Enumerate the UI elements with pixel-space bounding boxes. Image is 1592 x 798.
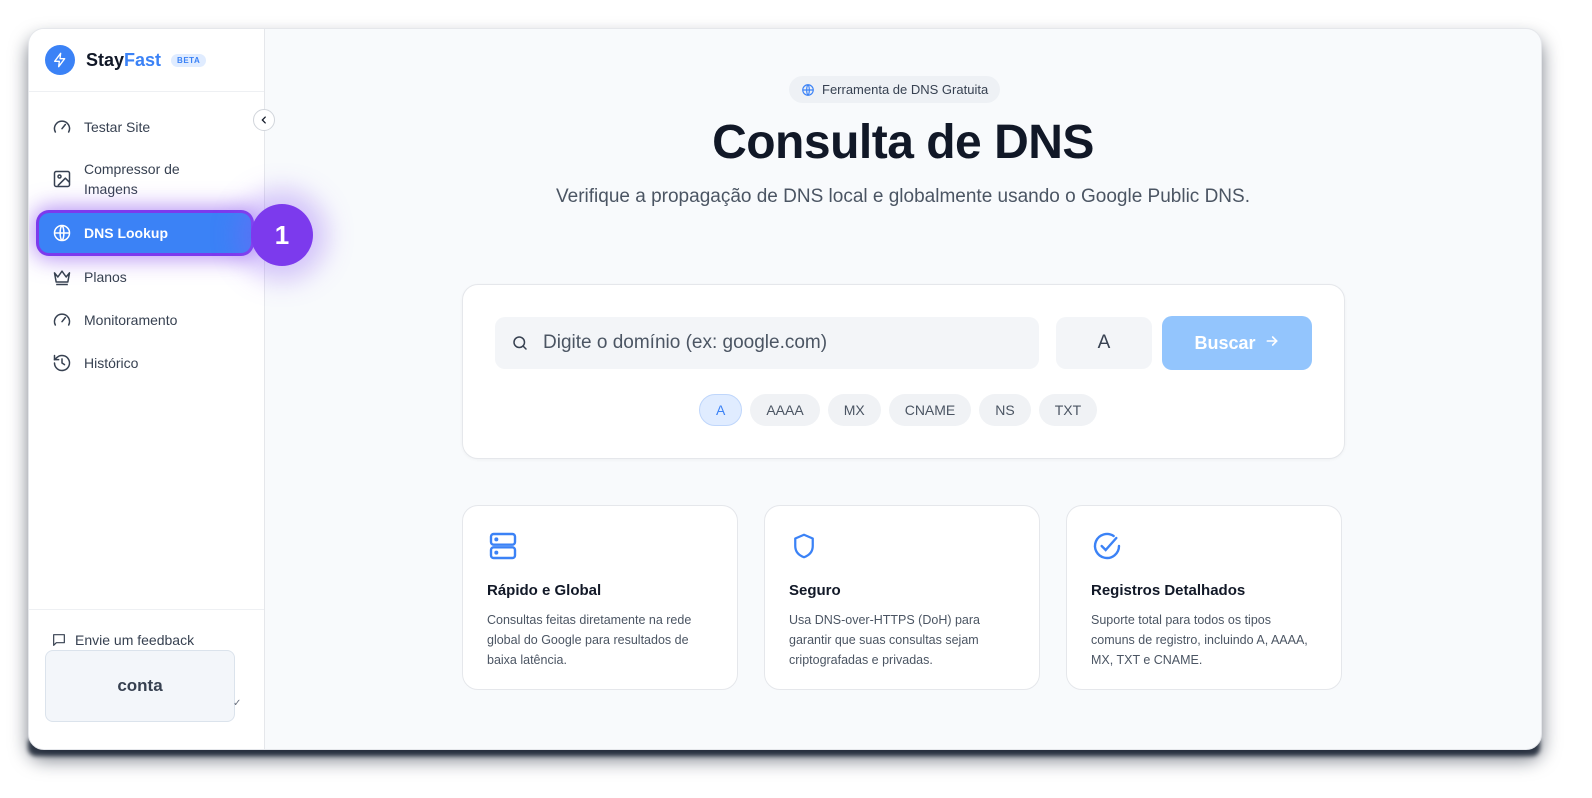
record-type-chips: A AAAA MX CNAME NS TXT xyxy=(699,394,1105,426)
brand[interactable]: StayFast BETA xyxy=(29,29,264,92)
record-type-value: A xyxy=(1097,332,1111,353)
gauge-icon xyxy=(53,120,71,133)
sidebar: StayFast BETA Testar Site Compressor de … xyxy=(29,29,265,749)
search-button-label: Buscar xyxy=(1194,332,1256,353)
brand-name-part2: Fast xyxy=(124,49,162,70)
chip-cname[interactable]: CNAME xyxy=(888,394,972,426)
tool-pill: Ferramenta de DNS Gratuita xyxy=(789,76,1001,103)
feature-title: Registros Detalhados xyxy=(1091,582,1246,599)
page-subtitle: Verifique a propagação de DNS local e gl… xyxy=(556,186,1250,207)
feature-title: Seguro xyxy=(789,582,841,599)
brand-name-part1: Stay xyxy=(86,49,125,70)
feature-desc: Usa DNS-over-HTTPS (DoH) para garantir q… xyxy=(789,613,981,667)
beta-badge: BETA xyxy=(171,53,207,67)
sidebar-item-label: Histórico xyxy=(84,355,139,371)
brand-name: StayFast xyxy=(86,50,161,71)
collapse-sidebar-button[interactable] xyxy=(253,109,275,131)
account-button[interactable]: conta xyxy=(45,650,235,722)
server-icon xyxy=(487,530,713,564)
arrow-right-icon xyxy=(1264,333,1280,354)
globe-icon xyxy=(802,83,814,96)
record-type-select[interactable]: A xyxy=(1056,317,1152,369)
search-button[interactable]: Buscar xyxy=(1162,316,1312,370)
sidebar-item-label: Monitoramento xyxy=(84,312,178,328)
feedback-label: Envie um feedback xyxy=(75,632,195,648)
feedback-link[interactable]: Envie um feedback xyxy=(51,632,194,648)
sidebar-item-label: DNS Lookup xyxy=(84,225,168,241)
feature-desc: Suporte total para todos os tipos comuns… xyxy=(1091,613,1308,667)
sidebar-item-planos[interactable]: Planos xyxy=(39,267,251,287)
pill-label: Ferramenta de DNS Gratuita xyxy=(822,82,989,97)
feature-card-seguro: Seguro Usa DNS-over-HTTPS (DoH) para gar… xyxy=(764,505,1040,690)
chip-txt[interactable]: TXT xyxy=(1038,394,1098,426)
message-icon xyxy=(53,634,65,646)
domain-input[interactable] xyxy=(541,331,1025,355)
domain-search-field[interactable] xyxy=(495,317,1039,369)
crown-icon xyxy=(53,270,71,286)
feature-desc: Consultas feitas diretamente na rede glo… xyxy=(487,613,692,667)
app-window: StayFast BETA Testar Site Compressor de … xyxy=(28,28,1542,750)
sidebar-item-compressor[interactable]: Compressor de Imagens xyxy=(39,159,251,199)
chevron-down-icon[interactable]: ✓ xyxy=(233,698,241,709)
feature-card-rapido: Rápido e Global Consultas feitas diretam… xyxy=(462,505,738,690)
sidebar-item-label: Compressor de Imagens xyxy=(84,161,180,197)
chevron-left-icon xyxy=(261,116,266,124)
search-icon xyxy=(513,336,527,350)
sidebar-item-historico[interactable]: Histórico xyxy=(39,353,251,373)
sidebar-item-label: Planos xyxy=(84,269,127,285)
check-circle-icon xyxy=(1091,530,1317,564)
lightning-icon xyxy=(45,45,75,75)
history-icon xyxy=(53,354,71,372)
sidebar-footer: Envie um feedback conta ✓ xyxy=(29,609,264,722)
globe-icon xyxy=(53,224,71,242)
main-content: Ferramenta de DNS Gratuita Consulta de D… xyxy=(265,29,1541,749)
page-title: Consulta de DNS xyxy=(712,116,1094,169)
step-badge: 1 xyxy=(251,204,313,266)
sidebar-item-monitoramento[interactable]: Monitoramento xyxy=(39,310,251,330)
feature-title: Rápido e Global xyxy=(487,582,602,599)
chip-aaaa[interactable]: AAAA xyxy=(750,394,820,426)
account-label: conta xyxy=(117,676,163,695)
feature-card-registros: Registros Detalhados Suporte total para … xyxy=(1066,505,1342,690)
sidebar-item-label: Testar Site xyxy=(84,119,151,135)
chip-ns[interactable]: NS xyxy=(979,394,1031,426)
chip-a[interactable]: A xyxy=(699,394,743,426)
sidebar-item-dns-lookup[interactable]: DNS Lookup xyxy=(39,213,251,253)
gauge-icon xyxy=(53,313,71,326)
image-icon xyxy=(53,170,71,188)
sidebar-item-testar-site[interactable]: Testar Site xyxy=(39,117,251,137)
chip-mx[interactable]: MX xyxy=(827,394,881,426)
shield-icon xyxy=(789,530,1015,564)
search-card: A Buscar A AAAA MX CNAME NS TXT xyxy=(462,284,1345,459)
